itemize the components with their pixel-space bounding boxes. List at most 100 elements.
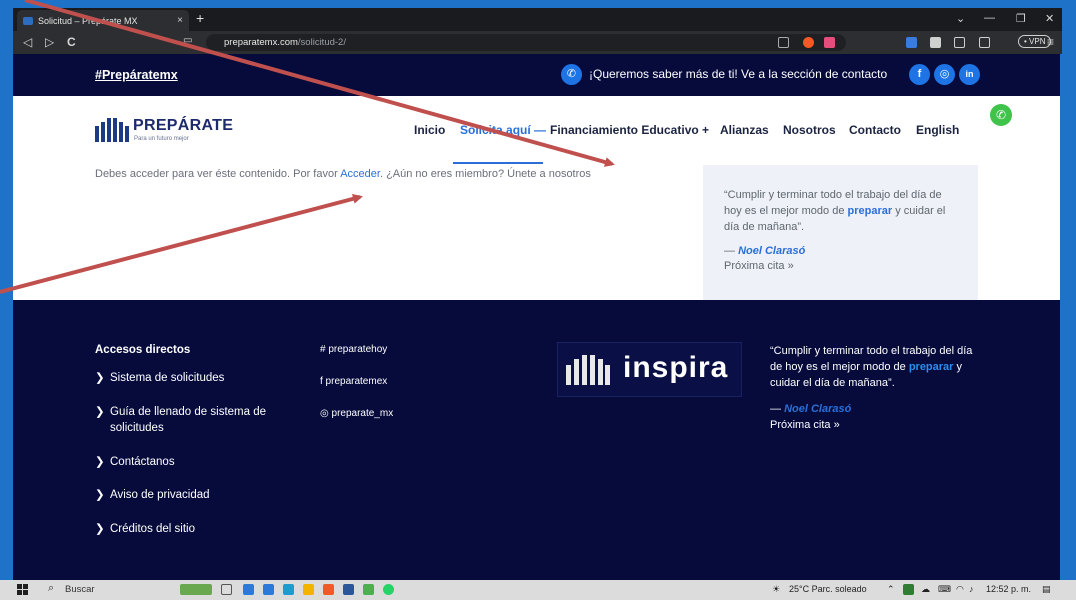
site-footer: Accesos directos ❯ Sistema de solicitudes… — [13, 300, 1060, 580]
nav-solicita-label: Solicita aquí — [460, 123, 531, 137]
active-nav-indicator — [453, 162, 543, 164]
access-required-message: Debes acceder para ver éste contenido. P… — [95, 168, 591, 180]
chevron-right-icon: ❯ — [95, 523, 105, 535]
nav-alianzas[interactable]: Alianzas — [720, 123, 769, 137]
footer-link-privacidad[interactable]: ❯ Aviso de privacidad — [95, 487, 210, 503]
footer-next-quote-link[interactable]: Próxima cita » — [770, 419, 840, 431]
tray-app-icon[interactable] — [903, 584, 914, 595]
footer-quote-text: “Cumplir y terminar todo el trabajo del … — [770, 345, 973, 389]
quote-text: “Cumplir y terminar todo el trabajo del … — [724, 189, 946, 233]
sidebar-icon[interactable] — [954, 37, 965, 48]
brave-taskbar-icon[interactable] — [323, 584, 334, 595]
edge-icon[interactable] — [263, 584, 274, 595]
contact-banner-text[interactable]: ¡Queremos saber más de ti! Ve a la secci… — [589, 67, 887, 81]
footer-hashtag[interactable]: # preparatehoy — [320, 344, 387, 355]
nav-english[interactable]: English — [916, 123, 959, 137]
nav-financiamiento[interactable]: Financiamiento Educativo + — [550, 123, 709, 137]
url-domain: preparatemx.com — [224, 37, 298, 48]
footer-facebook[interactable]: f preparatemex — [320, 376, 387, 387]
tray-chevron-icon[interactable]: ⌃ — [887, 584, 895, 595]
logo-icon[interactable] — [95, 118, 129, 142]
volume-icon[interactable]: ♪ — [969, 584, 974, 594]
expand-icon: + — [702, 123, 710, 137]
address-bar[interactable]: preparatemx.com/solicitud-2/ — [206, 34, 846, 51]
footer-link-creditos[interactable]: ❯ Créditos del sitio — [95, 521, 195, 537]
wallet-icon[interactable] — [979, 37, 990, 48]
windows-start-icon[interactable] — [17, 584, 29, 596]
rewards-icon[interactable] — [824, 37, 835, 48]
footer-link-contactanos[interactable]: ❯ Contáctanos — [95, 454, 175, 470]
close-window-button[interactable]: ✕ — [1045, 12, 1054, 25]
file-explorer-icon[interactable] — [303, 584, 314, 595]
bookmark-icon[interactable]: ▭ — [183, 35, 192, 46]
app-icon[interactable] — [363, 584, 374, 595]
photos-icon[interactable] — [283, 584, 294, 595]
chevron-right-icon: ❯ — [95, 406, 105, 418]
brave-shield-icon[interactable] — [803, 37, 814, 48]
linkedin-icon[interactable]: in — [959, 64, 980, 85]
quote-widget: “Cumplir y terminar todo el trabajo del … — [703, 165, 978, 300]
maximize-button[interactable]: ❐ — [1016, 12, 1026, 25]
nav-nosotros[interactable]: Nosotros — [783, 123, 836, 137]
windows-taskbar: ⌕ Buscar ☀ 25°C Parc. soleado ⌃ ☁ ⌨ ◠ ♪ … — [0, 580, 1076, 600]
browser-toolbar: ◁ ▷ C ▭ preparatemx.com/solicitud-2/ • V… — [13, 31, 1062, 54]
weather-status[interactable]: 25°C Parc. soleado — [789, 584, 867, 594]
inspira-wordmark: inspira — [623, 351, 729, 384]
instagram-icon[interactable]: ◎ — [934, 64, 955, 85]
minimize-button[interactable]: — — [984, 12, 995, 24]
footer-link-solicitudes[interactable]: ❯ Sistema de solicitudes — [95, 370, 224, 386]
quote-author: — Noel Clarasó — [724, 245, 806, 257]
whatsapp-taskbar-icon[interactable] — [383, 584, 394, 595]
join-text[interactable]: . ¿Aún no eres miembro? Únete a nosotros — [380, 168, 591, 180]
site-top-bar: #Prepáratemx ✆ ¡Queremos saber más de ti… — [13, 54, 1060, 96]
inspira-logo[interactable]: inspira — [557, 342, 742, 397]
chevron-right-icon: ❯ — [95, 372, 105, 384]
keyboard-icon[interactable]: ⌨ — [938, 584, 951, 595]
tab-solicitud[interactable]: Solicitud – Prepárate MX × — [17, 10, 189, 31]
tab-close-icon[interactable]: × — [177, 15, 183, 26]
menu-icon[interactable]: ≡ — [1047, 35, 1054, 49]
footer-quote-author: — Noel Clarasó — [770, 403, 852, 415]
mail-icon[interactable] — [243, 584, 254, 595]
cloud-icon[interactable]: ☁ — [921, 584, 930, 595]
login-link[interactable]: Acceder — [340, 168, 380, 180]
nav-solicita-aqui[interactable]: Solicita aquí — — [460, 123, 546, 137]
whatsapp-icon[interactable]: ✆ — [990, 104, 1012, 126]
footer-link-guia[interactable]: ❯ Guía de llenado de sistema de solicitud… — [95, 404, 295, 436]
logo-tagline: Para un futuro mejor — [134, 136, 189, 142]
facebook-icon[interactable]: f — [909, 64, 930, 85]
task-view-icon[interactable] — [221, 584, 232, 595]
notifications-icon[interactable]: ▤ — [1042, 584, 1051, 595]
url-path: /solicitud-2/ — [297, 37, 346, 48]
search-icon[interactable]: ⌕ — [48, 582, 54, 595]
chevron-right-icon: ❯ — [95, 489, 105, 501]
footer-heading: Accesos directos — [95, 344, 191, 356]
cortana-icon[interactable] — [180, 584, 212, 595]
browser-tab-bar: Solicitud – Prepárate MX × + ⌄ — ❐ ✕ — [13, 8, 1062, 31]
main-content: Debes acceder para ver éste contenido. P… — [13, 165, 1060, 300]
translate-icon[interactable] — [906, 37, 917, 48]
back-button[interactable]: ◁ — [23, 35, 32, 49]
extensions-icon[interactable] — [930, 37, 941, 48]
phone-icon[interactable]: ✆ — [561, 64, 582, 85]
site-header: PREPÁRATE Para un futuro mejor Inicio So… — [13, 96, 1060, 165]
forward-button[interactable]: ▷ — [45, 35, 54, 49]
access-msg-text: Debes acceder para ver éste contenido. P… — [95, 168, 341, 180]
nav-inicio[interactable]: Inicio — [414, 123, 445, 137]
footer-instagram[interactable]: ◎ preparate_mx — [320, 408, 393, 419]
new-tab-button[interactable]: + — [196, 11, 204, 25]
hashtag-link[interactable]: #Prepáratemx — [95, 68, 178, 82]
tab-search-icon[interactable]: ⌄ — [956, 12, 965, 25]
share-icon[interactable] — [778, 37, 789, 48]
next-quote-link[interactable]: Próxima cita » — [724, 260, 957, 272]
wifi-icon[interactable]: ◠ — [956, 584, 964, 595]
logo-text[interactable]: PREPÁRATE — [133, 117, 233, 135]
favicon-icon — [23, 16, 33, 25]
reload-button[interactable]: C — [67, 35, 76, 49]
taskbar-search[interactable]: Buscar — [65, 584, 95, 595]
nav-contacto[interactable]: Contacto — [849, 123, 901, 137]
inspira-mark-icon — [566, 355, 610, 385]
word-icon[interactable] — [343, 584, 354, 595]
nav-financiamiento-label: Financiamiento Educativo — [550, 123, 699, 137]
clock[interactable]: 12:52 p. m. — [986, 584, 1031, 594]
